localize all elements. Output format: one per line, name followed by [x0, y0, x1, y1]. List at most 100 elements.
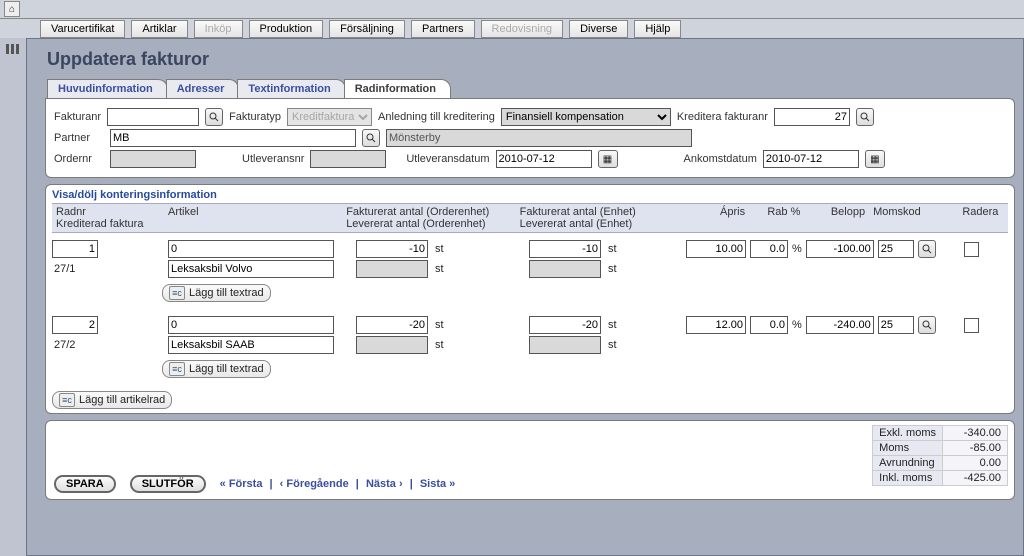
krediterad-faktura-label: 27/2: [52, 339, 98, 351]
ankomst-label: Ankomstdatum: [684, 153, 757, 165]
radera-checkbox[interactable]: [964, 242, 979, 257]
krediteranr-label: Kreditera fakturanr: [677, 111, 768, 123]
col-belopp: Belopp: [831, 206, 865, 218]
fakturanr-label: Fakturanr: [54, 111, 101, 123]
tab-huvudinformation[interactable]: Huvudinformation: [47, 79, 168, 98]
col-radnr: Radnr: [56, 206, 86, 218]
inkl-value: -425.00: [943, 471, 1008, 486]
unit-label: st: [605, 319, 682, 331]
nav-next[interactable]: Nästa ›: [366, 478, 403, 490]
footer-panel: Exkl. moms-340.00 Moms-85.00 Avrundning0…: [45, 420, 1015, 500]
momskod-search-icon[interactable]: [918, 240, 936, 258]
ankomst-input[interactable]: [763, 150, 859, 168]
menu-forsaljning[interactable]: Försäljning: [329, 20, 405, 38]
add-textrow-label: Lägg till textrad: [189, 287, 264, 299]
header-panel: Fakturanr Fakturatyp Kreditfaktura Anled…: [45, 98, 1015, 178]
tab-radinformation[interactable]: Radinformation: [344, 79, 451, 98]
utlevdatum-input[interactable]: [496, 150, 592, 168]
momskod-search-icon[interactable]: [918, 316, 936, 334]
unit-label: st: [432, 319, 525, 331]
fakt-qty-order-input[interactable]: [356, 240, 428, 258]
nav-first[interactable]: « Första: [220, 478, 263, 490]
anledning-label: Anledning till kreditering: [378, 111, 495, 123]
article-code-input[interactable]: [168, 316, 334, 334]
article-name-input[interactable]: [168, 260, 334, 278]
menu-varucertifikat[interactable]: Varucertifikat: [40, 20, 125, 38]
add-textrow-label: Lägg till textrad: [189, 363, 264, 375]
unit-label: st: [432, 243, 525, 255]
tabs: Huvudinformation Adresser Textinformatio…: [47, 76, 1023, 98]
finish-button[interactable]: SLUTFÖR: [130, 475, 206, 493]
menu-redovisning[interactable]: Redovisning: [481, 20, 564, 38]
add-article-row-button[interactable]: ≡cLägg till artikelrad: [52, 391, 172, 409]
col-artikel: Artikel: [168, 206, 199, 218]
save-button[interactable]: SPARA: [54, 475, 116, 493]
unit-label: st: [432, 263, 525, 275]
left-rail: [0, 38, 27, 556]
ordernr-label: Ordernr: [54, 153, 104, 165]
menu-produktion[interactable]: Produktion: [249, 20, 324, 38]
fakt-qty-unit-input[interactable]: [529, 240, 601, 258]
partner-name-display: [386, 129, 692, 147]
article-name-input[interactable]: [168, 336, 334, 354]
apris-input[interactable]: [686, 316, 746, 334]
krediteranr-search-icon[interactable]: [856, 108, 874, 126]
fakturanr-input[interactable]: [107, 108, 199, 126]
table-row: stst%27/1stst≡cLägg till textrad: [52, 239, 1008, 303]
home-icon[interactable]: ⌂: [4, 1, 20, 17]
col-qo2: Levererat antal (Orderenhet): [346, 218, 485, 230]
partner-label: Partner: [54, 132, 104, 144]
totals-table: Exkl. moms-340.00 Moms-85.00 Avrundning0…: [872, 425, 1008, 486]
radnr-input[interactable]: [52, 240, 98, 258]
krediteranr-input[interactable]: [774, 108, 850, 126]
unit-label: st: [605, 339, 682, 351]
fakturatyp-label: Fakturatyp: [229, 111, 281, 123]
add-row-icon: ≡c: [169, 362, 185, 376]
menu-hjalp[interactable]: Hjälp: [634, 20, 681, 38]
radnr-input[interactable]: [52, 316, 98, 334]
partner-code-input[interactable]: [110, 129, 356, 147]
fakt-qty-unit-input[interactable]: [529, 316, 601, 334]
avr-label: Avrundning: [873, 456, 943, 471]
unit-label: st: [605, 263, 682, 275]
anledning-select[interactable]: Finansiell kompensation: [501, 108, 671, 126]
add-textrow-button[interactable]: ≡c Lägg till textrad: [162, 360, 271, 378]
unit-label: st: [605, 243, 682, 255]
lines-panel: Visa/dölj konteringsinformation RadnrKre…: [45, 184, 1015, 414]
belopp-input[interactable]: [806, 240, 874, 258]
fakturatyp-select[interactable]: Kreditfaktura: [287, 108, 372, 126]
grid-header: RadnrKrediterad faktura Artikel Fakturer…: [52, 203, 1008, 233]
nav-prev[interactable]: ‹ Föregående: [280, 478, 349, 490]
rab-input[interactable]: [750, 316, 788, 334]
fakt-qty-order-input[interactable]: [356, 316, 428, 334]
col-momskod: Momskod: [873, 206, 921, 218]
moms-label: Moms: [873, 441, 943, 456]
add-textrow-button[interactable]: ≡c Lägg till textrad: [162, 284, 271, 302]
belopp-input[interactable]: [806, 316, 874, 334]
menu-artiklar[interactable]: Artiklar: [131, 20, 187, 38]
add-row-icon: ≡c: [169, 286, 185, 300]
momskod-input[interactable]: [878, 240, 914, 258]
article-code-input[interactable]: [168, 240, 334, 258]
utlevdatum-calendar-icon[interactable]: ▦: [598, 150, 618, 168]
radera-checkbox[interactable]: [964, 318, 979, 333]
menu-inkop[interactable]: Inköp: [194, 20, 243, 38]
fakturanr-search-icon[interactable]: [205, 108, 223, 126]
rab-input[interactable]: [750, 240, 788, 258]
partner-search-icon[interactable]: [362, 129, 380, 147]
apris-input[interactable]: [686, 240, 746, 258]
lev-qty-unit-input: [529, 260, 601, 278]
nav-last[interactable]: Sista »: [420, 478, 455, 490]
lev-qty-order-input: [356, 260, 428, 278]
menu-diverse[interactable]: Diverse: [569, 20, 628, 38]
momskod-input[interactable]: [878, 316, 914, 334]
rail-columns-icon[interactable]: [6, 44, 20, 54]
ordernr-input: [110, 150, 196, 168]
ankomst-calendar-icon[interactable]: ▦: [865, 150, 885, 168]
section-toggle[interactable]: Visa/dölj konteringsinformation: [52, 189, 1008, 201]
tab-adresser[interactable]: Adresser: [166, 79, 240, 98]
menu-partners[interactable]: Partners: [411, 20, 475, 38]
col-qo1: Fakturerat antal (Orderenhet): [346, 206, 489, 218]
col-kred: Krediterad faktura: [56, 218, 143, 230]
tab-textinformation[interactable]: Textinformation: [237, 79, 345, 98]
